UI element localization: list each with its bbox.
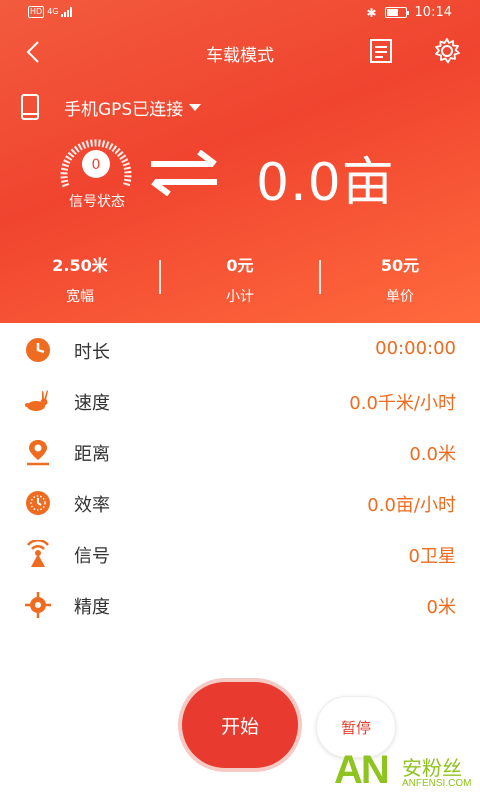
signal-gauge: 0 xyxy=(58,136,134,190)
list-item-distance: 距离 0.0米 xyxy=(0,427,480,478)
gps-status-label: 手机GPS已连接 xyxy=(64,99,184,120)
top-bar: 车载模式 xyxy=(0,30,480,74)
hd-badge: HD xyxy=(28,6,45,18)
signal-tower-icon xyxy=(27,540,49,567)
stat-subtotal: 0元 小计 xyxy=(160,252,320,306)
stat-value: 2.50米 xyxy=(52,256,108,275)
signal-status-label: 信号状态 xyxy=(69,194,125,210)
metrics-list: 时长 00:00:00 速度 0.0千米/小时 距离 0.0米 效率 0.0亩/… xyxy=(0,325,480,631)
watermark-logo: AN 安粉丝 ANFENSI.COM xyxy=(334,748,480,800)
row-value: 0.0亩/小时 xyxy=(367,495,456,516)
status-bar: HD 4G ✱ 10:14 xyxy=(0,0,480,28)
row-label: 效率 xyxy=(74,495,110,516)
rabbit-icon xyxy=(25,390,48,411)
start-button[interactable]: 开始 xyxy=(182,682,298,768)
gauge-icon: 0 xyxy=(60,139,132,188)
gauge-value: 0 xyxy=(92,157,101,173)
stat-width: 2.50米 宽幅 xyxy=(0,252,160,306)
list-item-efficiency: 效率 0.0亩/小时 xyxy=(0,478,480,529)
stats-bar: 2.50米 宽幅 0元 小计 50元 单价 xyxy=(0,252,480,308)
row-value: 0米 xyxy=(426,597,456,618)
watermark-an: AN xyxy=(334,748,390,792)
cell-signal-icon xyxy=(61,7,73,17)
record-button[interactable] xyxy=(366,36,396,66)
network-type: 4G xyxy=(47,7,59,16)
phone-icon xyxy=(21,94,39,120)
row-label: 信号 xyxy=(74,546,110,567)
row-value: 0.0千米/小时 xyxy=(349,393,456,414)
list-item-accuracy: 精度 0米 xyxy=(0,580,480,631)
list-item-speed: 速度 0.0千米/小时 xyxy=(0,376,480,427)
swap-arrows-icon xyxy=(147,149,221,197)
row-label: 距离 xyxy=(74,444,110,465)
battery-icon xyxy=(384,7,409,18)
header-panel: HD 4G ✱ 10:14 车载模式 手机GPS已连接 0 信号状态 0.0亩 … xyxy=(0,0,480,323)
watermark-url: ANFENSI.COM xyxy=(402,778,472,789)
battery-level xyxy=(386,9,398,16)
list-item-duration: 时长 00:00:00 xyxy=(0,325,480,376)
divider xyxy=(319,260,321,294)
settings-button[interactable] xyxy=(432,36,462,66)
page-title: 车载模式 xyxy=(206,46,274,66)
gear-icon xyxy=(435,38,460,64)
stat-label: 单价 xyxy=(386,289,414,305)
row-value: 0卫星 xyxy=(408,546,456,567)
document-icon xyxy=(370,39,392,63)
stat-value: 0元 xyxy=(226,256,254,275)
crosshair-icon xyxy=(25,592,51,618)
row-label: 精度 xyxy=(74,597,110,618)
gps-selector[interactable]: 手机GPS已连接 xyxy=(20,92,202,122)
efficiency-clock-icon xyxy=(26,491,50,515)
stat-value: 50元 xyxy=(380,256,420,275)
area-value: 0.0亩 xyxy=(256,153,395,213)
row-value: 0.0米 xyxy=(409,444,456,465)
caret-down-icon xyxy=(189,103,202,111)
clock-icon xyxy=(26,338,50,362)
row-label: 速度 xyxy=(74,393,110,414)
location-pin-icon xyxy=(27,440,49,466)
stat-unit-price[interactable]: 50元 单价 xyxy=(320,252,480,306)
stat-label: 宽幅 xyxy=(66,289,94,305)
list-item-signal: 信号 0卫星 xyxy=(0,529,480,580)
row-value: 00:00:00 xyxy=(375,338,456,359)
bluetooth-icon: ✱ xyxy=(366,5,377,20)
row-label: 时长 xyxy=(74,342,110,363)
stat-label: 小计 xyxy=(226,289,254,305)
clock-time: 10:14 xyxy=(414,5,452,20)
watermark-name: 安粉丝 xyxy=(402,756,462,780)
divider xyxy=(159,260,161,294)
